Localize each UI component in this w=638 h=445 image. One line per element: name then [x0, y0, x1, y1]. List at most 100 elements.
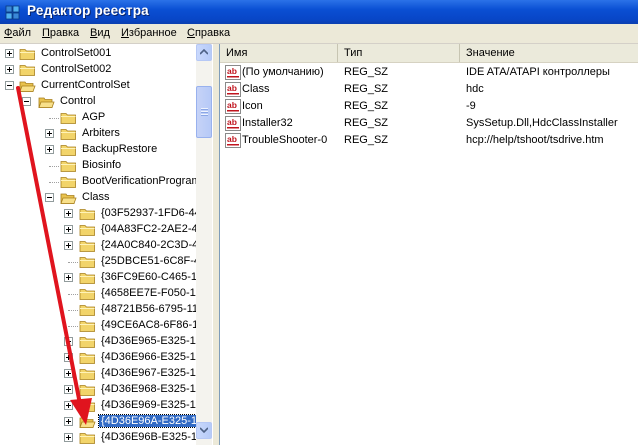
menu-view-label: ид: [97, 27, 110, 39]
tree-item[interactable]: {4D36E967-E325-11: [0, 366, 213, 382]
expand-icon[interactable]: [64, 417, 73, 426]
list-item[interactable]: ab TroubleShooter-0 REG_SZ hcp://help/tshoo…: [220, 133, 638, 149]
expand-icon[interactable]: [64, 273, 73, 282]
tree-item[interactable]: ControlSet002: [0, 62, 213, 78]
tree-item[interactable]: {48721B56-6795-11: [0, 302, 213, 318]
tree-item[interactable]: Biosinfo: [0, 158, 213, 174]
expand-icon[interactable]: [5, 65, 14, 74]
folder-icon: [79, 353, 95, 364]
value-name: Class: [242, 83, 270, 95]
column-value[interactable]: Значение: [460, 44, 638, 62]
tree-scrollbar[interactable]: [196, 44, 212, 445]
menu-edit[interactable]: Правка: [42, 27, 79, 39]
collapse-icon[interactable]: [5, 81, 14, 90]
menu-view[interactable]: Вид: [90, 27, 110, 39]
tree-item[interactable]: Arbiters: [0, 126, 213, 142]
menu-help[interactable]: Справка: [187, 27, 230, 39]
tree-item[interactable]: CurrentControlSet: [0, 78, 213, 94]
column-name[interactable]: Имя: [220, 44, 338, 62]
tree-item[interactable]: {25DBCE51-6C8F-4/: [0, 254, 213, 270]
tree-item[interactable]: {4D36E96B-E325-11: [0, 430, 213, 445]
folder-icon: [60, 145, 76, 156]
registry-tree[interactable]: ControlSet001 ControlSet002 CurrentControl…: [0, 44, 214, 445]
value-data: hcp://help/tshoot/tsdrive.htm: [466, 134, 604, 146]
value-data: -9: [466, 100, 476, 112]
folder-icon: [79, 273, 95, 284]
expand-icon[interactable]: [64, 401, 73, 410]
expand-icon[interactable]: [45, 145, 54, 154]
value-data: hdc: [466, 83, 484, 95]
tree-item[interactable]: BackupRestore: [0, 142, 213, 158]
folder-icon: [79, 209, 95, 220]
tree-item-label: {03F52937-1FD6-44: [101, 207, 201, 219]
registry-editor-icon: [5, 5, 20, 20]
expand-icon[interactable]: [64, 225, 73, 234]
collapse-icon[interactable]: [45, 193, 54, 202]
list-item[interactable]: ab Installer32 REG_SZ SysSetup.Dll,HdcClass…: [220, 116, 638, 132]
expand-icon[interactable]: [5, 49, 14, 58]
tree-item[interactable]: {4D36E96A-E325-11: [0, 414, 213, 430]
tree-item[interactable]: {4D36E965-E325-11: [0, 334, 213, 350]
tree-item-label: BootVerificationProgram: [82, 175, 201, 187]
string-value-icon: ab: [225, 99, 241, 114]
tree-item[interactable]: AGP: [0, 110, 213, 126]
tree-item[interactable]: {4658EE7E-F050-11: [0, 286, 213, 302]
expand-icon[interactable]: [64, 433, 73, 442]
expand-icon[interactable]: [64, 241, 73, 250]
list-item[interactable]: ab Class REG_SZ hdc: [220, 82, 638, 98]
scroll-down-button[interactable]: [196, 422, 212, 439]
scroll-thumb[interactable]: [196, 86, 212, 138]
tree-item[interactable]: {04A83FC2-2AE2-4C: [0, 222, 213, 238]
menu-edit-hotkey: П: [42, 27, 50, 39]
tree-item[interactable]: Control: [0, 94, 213, 110]
tree-item-label: {25DBCE51-6C8F-4/: [101, 255, 204, 267]
expand-icon[interactable]: [45, 129, 54, 138]
value-type: REG_SZ: [344, 117, 389, 129]
collapse-icon[interactable]: [22, 97, 31, 106]
column-type[interactable]: Тип: [338, 44, 460, 62]
tree-connector: [68, 294, 78, 296]
tree-item[interactable]: ControlSet001: [0, 46, 213, 62]
tree-item-label: CurrentControlSet: [41, 79, 130, 91]
tree-item-label: {4D36E966-E325-11: [101, 351, 202, 363]
scroll-up-button[interactable]: [196, 44, 212, 61]
value-type: REG_SZ: [344, 100, 389, 112]
menu-file[interactable]: Файл: [4, 27, 31, 39]
expand-icon[interactable]: [64, 209, 73, 218]
list-item[interactable]: ab Icon REG_SZ -9: [220, 99, 638, 115]
list-item[interactable]: ab (По умолчанию) REG_SZ IDE ATA/ATAPI конт…: [220, 65, 638, 81]
tree-item-label: {48721B56-6795-11: [101, 303, 199, 315]
svg-text:ab: ab: [227, 117, 237, 127]
tree-connector: [49, 166, 59, 168]
expand-icon[interactable]: [64, 369, 73, 378]
expand-icon[interactable]: [64, 337, 73, 346]
tree-item[interactable]: {24A0C840-2C3D-4: [0, 238, 213, 254]
expand-icon[interactable]: [64, 353, 73, 362]
tree-item[interactable]: {4D36E966-E325-11: [0, 350, 213, 366]
svg-text:ab: ab: [227, 134, 237, 144]
tree-item[interactable]: {4D36E969-E325-11: [0, 398, 213, 414]
tree-item-label: {4658EE7E-F050-11: [101, 287, 202, 299]
tree-item[interactable]: {4D36E968-E325-11: [0, 382, 213, 398]
folder-icon: [79, 321, 95, 332]
tree-item[interactable]: {49CE6AC8-6F86-11: [0, 318, 213, 334]
tree-connector: [68, 310, 78, 312]
folder-icon: [60, 113, 76, 124]
menu-favorites[interactable]: Избранное: [121, 27, 177, 39]
folder-icon: [79, 241, 95, 252]
tree-item[interactable]: {36FC9E60-C465-11: [0, 270, 213, 286]
title-bar[interactable]: Редактор реестра: [0, 0, 638, 24]
svg-text:ab: ab: [227, 83, 237, 93]
value-name: TroubleShooter-0: [242, 134, 328, 146]
tree-item[interactable]: BootVerificationProgram: [0, 174, 213, 190]
tree-item-label: {4D36E96B-E325-11: [101, 431, 203, 443]
values-list[interactable]: Имя Тип Значение ab (По умолчанию) REG_SZ I…: [219, 44, 638, 445]
tree-item[interactable]: {03F52937-1FD6-44: [0, 206, 213, 222]
folder-icon: [60, 177, 76, 188]
tree-item-label: {36FC9E60-C465-11: [101, 271, 203, 283]
expand-icon[interactable]: [64, 385, 73, 394]
chevron-down-icon: [200, 427, 208, 433]
window-title: Редактор реестра: [27, 3, 149, 18]
tree-item[interactable]: Class: [0, 190, 213, 206]
folder-icon: [60, 129, 76, 140]
